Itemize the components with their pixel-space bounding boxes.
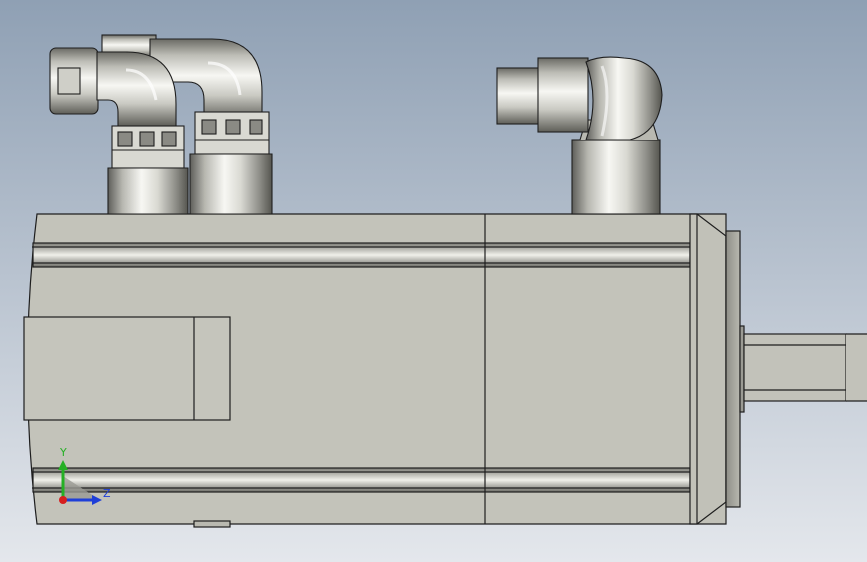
front-flange — [689, 213, 745, 525]
cad-viewport[interactable]: Y Z — [0, 0, 867, 562]
z-axis-label: Z — [103, 487, 111, 500]
output-shaft — [743, 333, 867, 402]
x-axis-dot-icon — [59, 496, 67, 504]
motor-body — [23, 213, 698, 528]
y-axis-label: Y — [59, 446, 67, 459]
servo-motor-drawing: Y Z — [0, 0, 867, 562]
